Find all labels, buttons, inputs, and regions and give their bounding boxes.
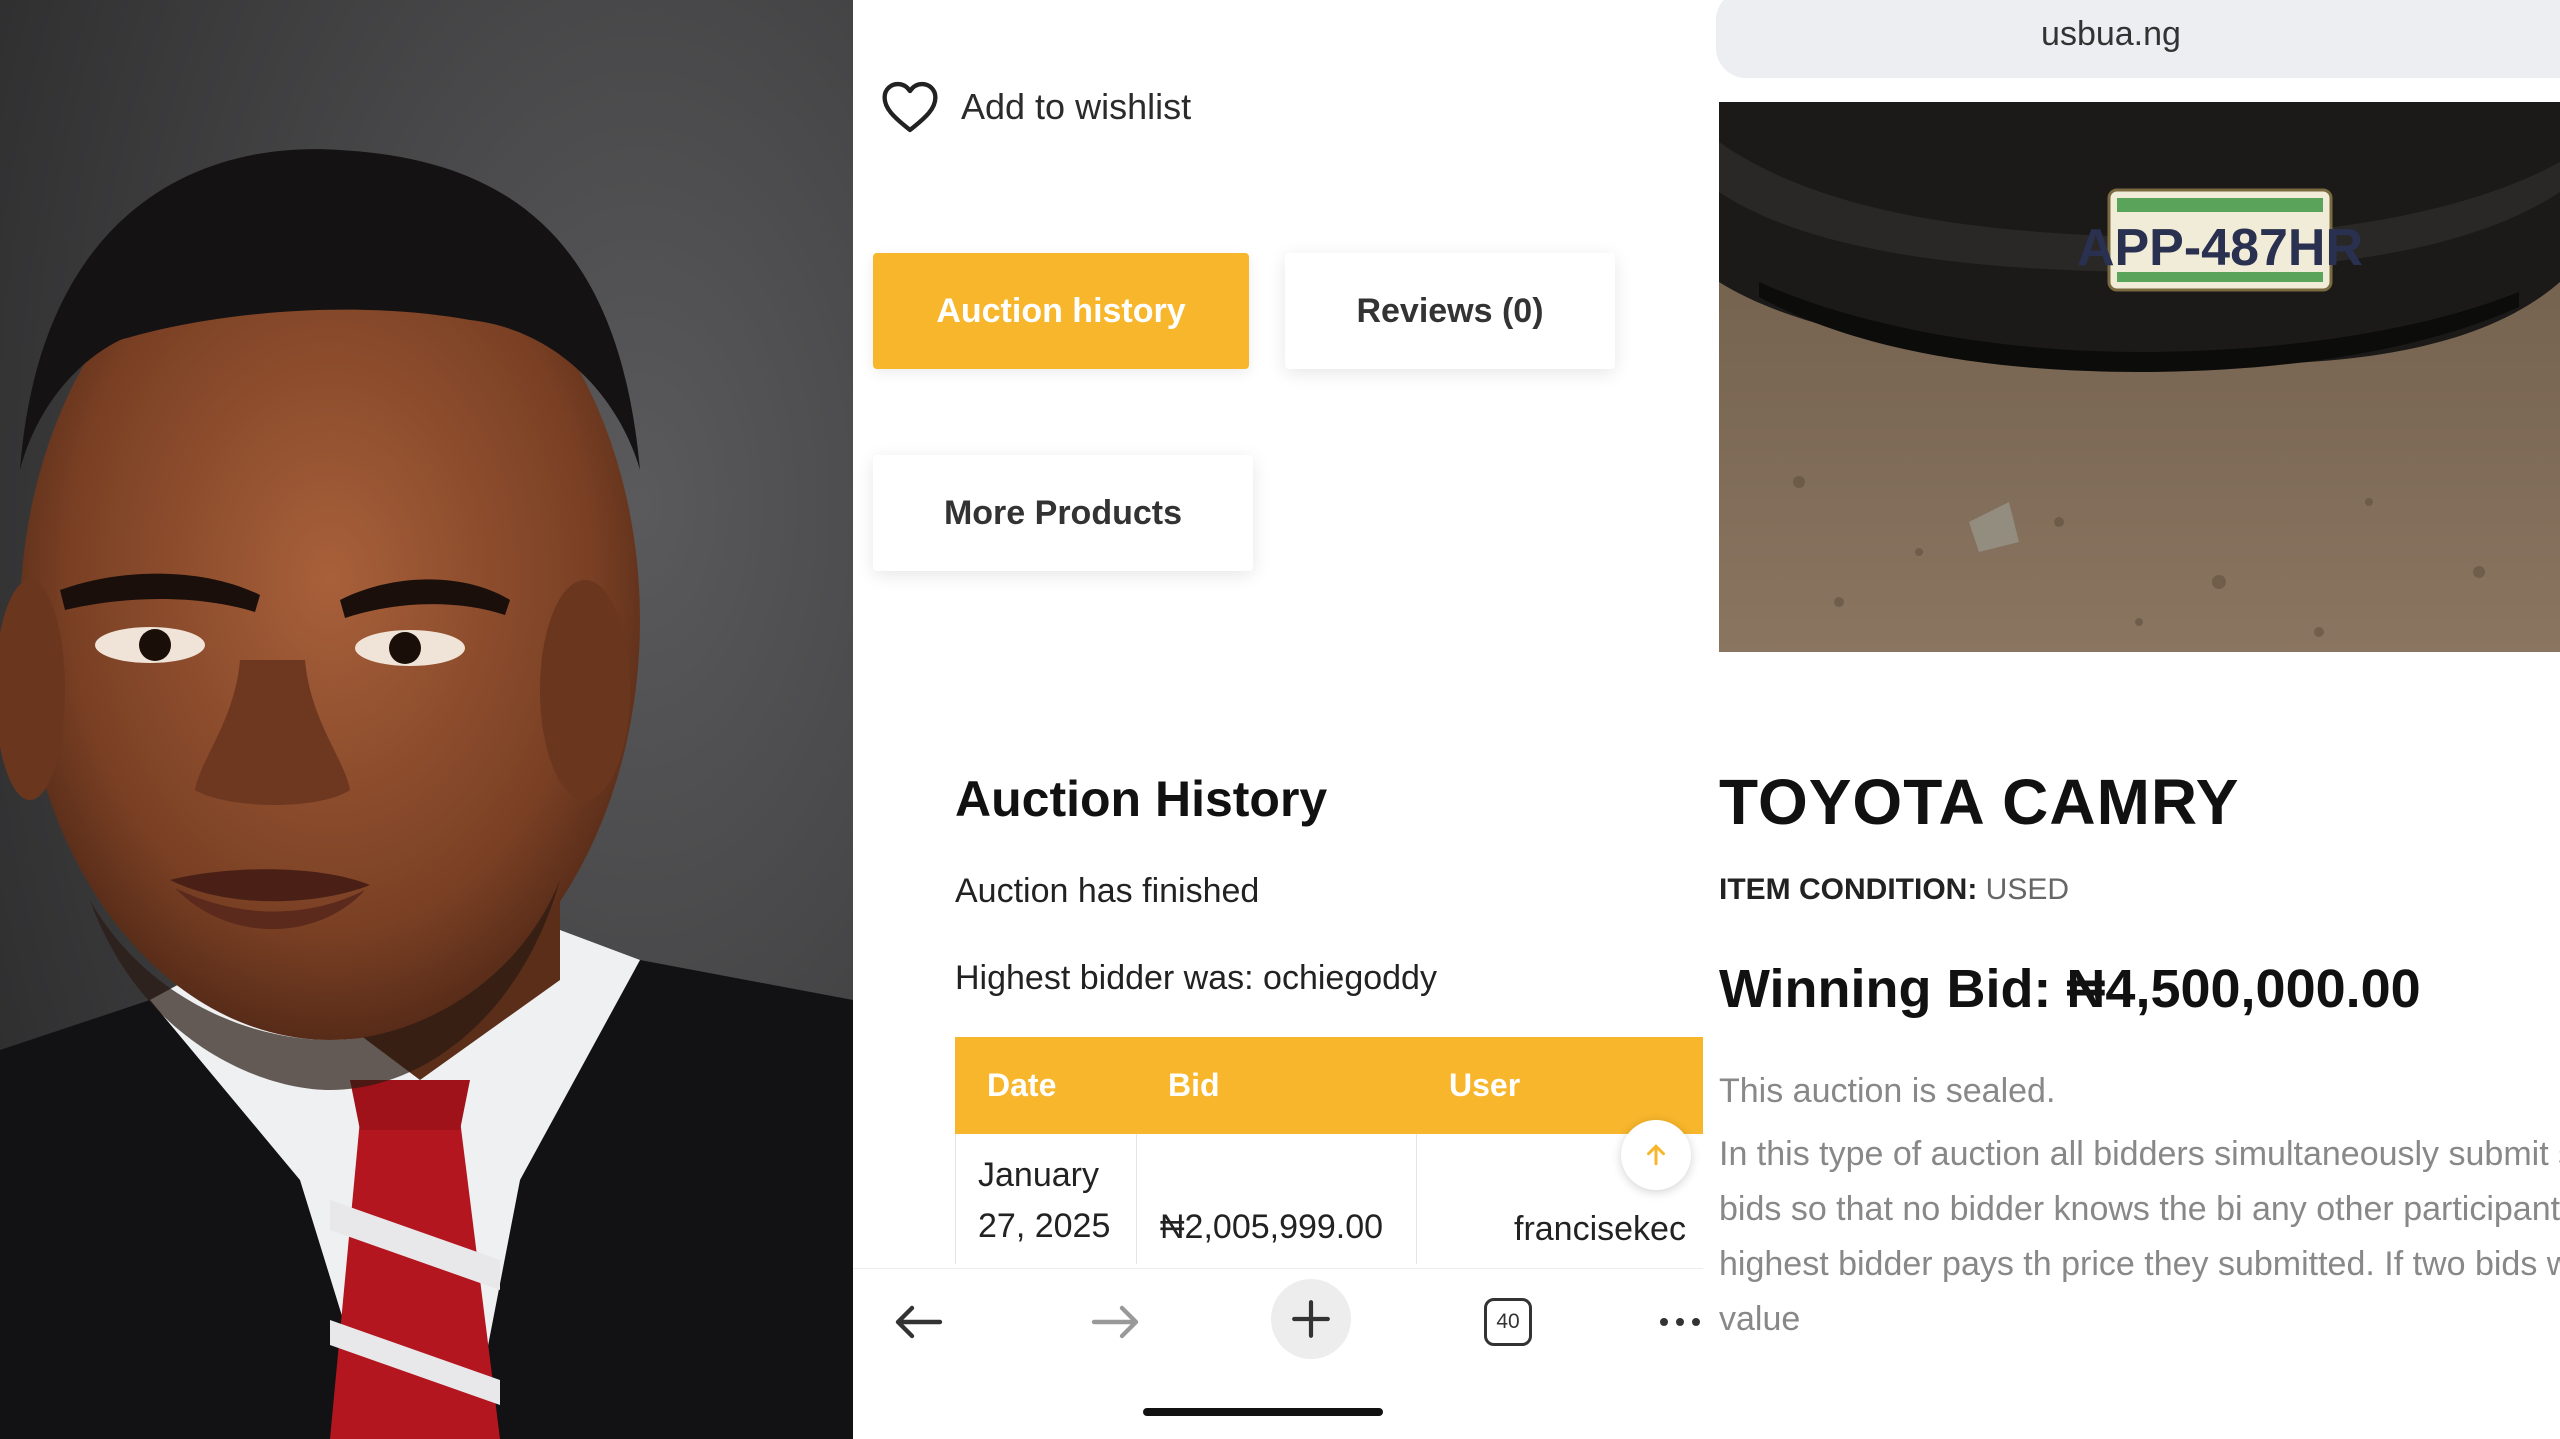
url-text: usbua.ng	[2041, 14, 2181, 53]
forward-arrow-icon	[1091, 1305, 1139, 1339]
winning-bid: Winning Bid: ₦4,500,000.00	[1719, 959, 2421, 1019]
auction-description: In this type of auction all bidders simu…	[1719, 1135, 2560, 1338]
row-bid: ₦2,005,999.00	[1160, 1208, 1384, 1246]
column-date: Date	[987, 1067, 1057, 1103]
column-user: User	[1449, 1067, 1521, 1103]
auction-history-title: Auction History	[955, 771, 1328, 827]
tab-reviews[interactable]: Reviews (0)	[1285, 253, 1615, 369]
license-plate: APP-487HR	[2077, 219, 2363, 277]
plus-icon	[1292, 1300, 1330, 1338]
add-to-wishlist[interactable]: Add to wishlist	[881, 80, 1191, 134]
url-bar[interactable]: usbua.ng	[1716, 0, 2560, 78]
wishlist-label: Add to wishlist	[961, 86, 1192, 127]
car-photo: APP-487HR	[1719, 102, 2560, 652]
new-tab-button[interactable]	[1271, 1279, 1351, 1359]
condition-label: ITEM CONDITION:	[1719, 873, 1978, 906]
browser-bottom-bar: 40	[853, 1268, 1703, 1369]
row-date-line1: January	[978, 1156, 1099, 1194]
auction-history-screenshot: Add to wishlist Auction history Reviews …	[853, 0, 1703, 1439]
row-date-line2: 27, 2025	[978, 1207, 1111, 1245]
tab-count: 40	[1496, 1310, 1520, 1333]
condition-value: USED	[1985, 873, 2070, 906]
portrait-photo	[0, 0, 853, 1439]
more-button[interactable]	[1653, 1287, 1703, 1357]
arrow-up-icon	[1647, 1144, 1665, 1166]
auction-history-table: Date Bid User January 27, 2025 ₦2,005,99…	[955, 1037, 1703, 1264]
scroll-to-top-button[interactable]	[1621, 1120, 1691, 1190]
tabs-icon: 40	[1484, 1298, 1532, 1346]
portrait-panel	[0, 0, 853, 1439]
highest-bidder: Highest bidder was: ochiegoddy	[955, 959, 1437, 997]
row-user: francisekec	[1514, 1210, 1686, 1248]
sealed-note: This auction is sealed.	[1719, 1072, 2056, 1110]
forward-button[interactable]	[1081, 1287, 1151, 1357]
column-bid: Bid	[1168, 1067, 1220, 1103]
product-title: TOYOTA CAMRY	[1719, 766, 2240, 838]
more-icon	[1660, 1318, 1700, 1326]
table-header: Date Bid User	[955, 1037, 1703, 1134]
tab-more-products[interactable]: More Products	[873, 455, 1253, 571]
heart-icon	[882, 81, 938, 133]
back-button[interactable]	[883, 1287, 953, 1357]
tabs-button[interactable]: 40	[1473, 1287, 1543, 1357]
item-condition: ITEM CONDITION: USED	[1719, 873, 2069, 907]
home-indicator	[1143, 1408, 1383, 1416]
product-listing-screenshot: usbua.ng APP-487HR TOYOTA CAMRY ITEM CON…	[1703, 0, 2560, 1439]
tab-auction-history[interactable]: Auction history	[873, 253, 1249, 369]
auction-status: Auction has finished	[955, 872, 1260, 910]
back-arrow-icon	[895, 1305, 943, 1339]
table-row: January 27, 2025 ₦2,005,999.00 francisek…	[955, 1134, 1703, 1264]
